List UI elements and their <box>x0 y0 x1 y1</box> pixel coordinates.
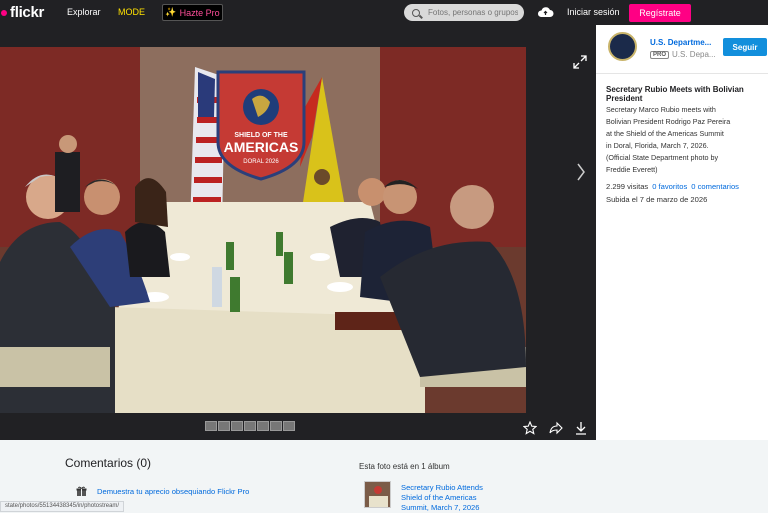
share-arrow-icon[interactable] <box>549 421 563 435</box>
gift-icon <box>76 486 87 496</box>
expand-icon[interactable] <box>573 55 587 69</box>
banner-line-1: SHIELD OF THE <box>234 132 288 139</box>
get-pro-label: Hazte Pro <box>179 7 220 18</box>
next-photo-arrow-icon[interactable] <box>576 162 586 182</box>
register-button[interactable]: Regístrate <box>629 4 691 22</box>
get-pro-button[interactable]: ✨ Hazte Pro <box>162 4 223 21</box>
album-title-link[interactable]: Secretary Rubio Attends Shield of the Am… <box>401 483 501 513</box>
photo-scene: SHIELD OF THE AMERICAS DORAL 2026 <box>0 47 526 413</box>
photo-stats: 2.299 visitas 0 favoritos 0 comentarios <box>606 182 739 191</box>
logo-dot-icon <box>1 9 7 16</box>
views-count: 2.299 visitas <box>606 182 649 191</box>
upload-cloud-icon[interactable] <box>537 6 554 18</box>
download-icon[interactable] <box>574 421 588 435</box>
album-thumbnail[interactable] <box>364 481 391 508</box>
favorites-link[interactable]: 0 favoritos <box>652 182 687 191</box>
top-nav: flickr Explorar MODE ✨ Hazte Pro Iniciar… <box>0 0 768 25</box>
thumbnail[interactable] <box>218 421 230 431</box>
thumbnail[interactable] <box>270 421 282 431</box>
album-thumb-image <box>365 482 390 507</box>
thumbnail[interactable] <box>257 421 269 431</box>
album-heading: Esta foto está en 1 álbum <box>359 462 450 471</box>
photo-viewer: SHIELD OF THE AMERICAS DORAL 2026 <box>0 25 596 440</box>
thumbnail[interactable] <box>283 421 295 431</box>
pro-badge: PRO <box>650 50 670 59</box>
thumbnail[interactable] <box>205 421 217 431</box>
follow-button[interactable]: Seguir <box>723 38 767 56</box>
search-icon <box>412 8 420 17</box>
banner-line-2: AMERICAS <box>224 139 299 155</box>
thumbnail[interactable] <box>231 421 243 431</box>
upload-date: Subida el 7 de marzo de 2026 <box>606 195 708 204</box>
status-bar-url: state/photos/55134438345/in/photostream/ <box>0 501 125 512</box>
owner-avatar[interactable] <box>608 32 637 61</box>
thumbnail[interactable] <box>244 421 256 431</box>
banner-line-3: DORAL 2026 <box>243 159 279 165</box>
flickr-logo[interactable]: flickr <box>0 4 44 21</box>
logo-text: flickr <box>10 4 45 21</box>
comments-heading: Comentarios (0) <box>65 456 152 470</box>
main-photo[interactable]: SHIELD OF THE AMERICAS DORAL 2026 <box>0 47 526 413</box>
owner-sub-name: U.S. Depa... <box>672 50 716 59</box>
photo-info-sidebar: U.S. Departme... PRO U.S. Depa... Seguir… <box>596 25 768 440</box>
owner-pro-tag: PRO U.S. Depa... <box>650 50 716 59</box>
sparkle-icon: ✨ <box>165 7 177 17</box>
login-link[interactable]: Iniciar sesión <box>567 7 620 17</box>
search-box[interactable] <box>404 4 524 21</box>
comments-link[interactable]: 0 comentarios <box>691 182 739 191</box>
favorite-star-icon[interactable] <box>523 421 537 435</box>
photo-title: Secretary Rubio Meets with Bolivian Pres… <box>606 85 744 103</box>
search-input[interactable] <box>428 8 518 17</box>
divider <box>596 73 768 74</box>
photostream-thumbnails <box>205 421 295 431</box>
nav-explore[interactable]: Explorar <box>67 7 101 17</box>
owner-name-link[interactable]: U.S. Departme... <box>650 38 711 47</box>
gift-pro-link[interactable]: Demuestra tu aprecio obsequiando Flickr … <box>97 487 249 496</box>
photo-description: Secretary Marco Rubio meets with Bolivia… <box>606 105 731 174</box>
nav-mode[interactable]: MODE <box>118 7 145 17</box>
